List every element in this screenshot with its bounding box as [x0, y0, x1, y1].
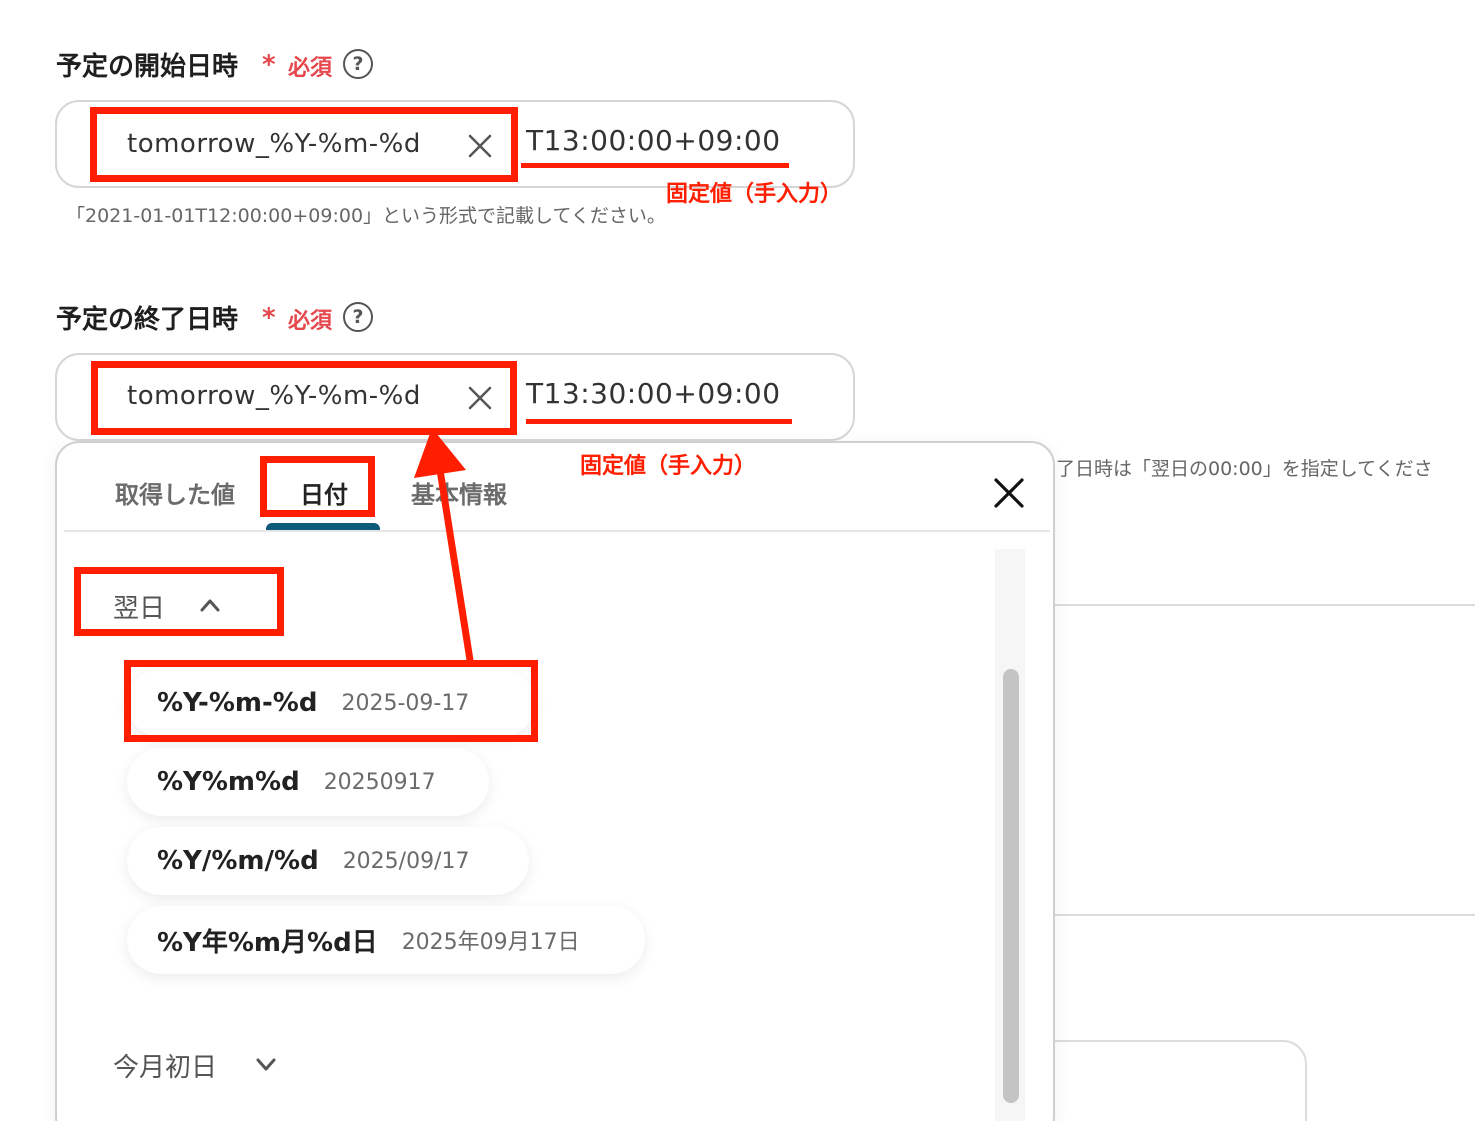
annotation-box — [260, 456, 375, 517]
value-picker-popup: 取得した値 日付 基本情報 翌日 %Y-%m-%d 2025-09-17 %Y%… — [55, 441, 1055, 1121]
annotation-note: 固定値（手入力） — [580, 454, 757, 479]
required-label: 必須 — [288, 56, 333, 81]
tab-basic-info[interactable]: 基本情報 — [411, 475, 507, 510]
end-field-label: 予定の終了日時 — [56, 305, 239, 335]
annotation-box — [124, 660, 538, 742]
divider — [1054, 604, 1475, 606]
group-label-first-day-of-month[interactable]: 今月初日 — [113, 1047, 217, 1084]
date-format-option[interactable]: %Y%m%d 20250917 — [127, 748, 489, 816]
end-fixed-value[interactable]: T13:30:00+09:00 — [526, 377, 781, 410]
start-field-label: 予定の開始日時 — [56, 52, 239, 82]
close-icon[interactable] — [993, 477, 1025, 509]
scrollbar-thumb[interactable] — [1003, 669, 1019, 1103]
required-star: * — [262, 303, 276, 333]
divider — [1054, 914, 1475, 916]
start-field-hint: 「2021-01-01T12:00:00+09:00」という形式で記載してくださ… — [66, 205, 666, 227]
annotation-box — [74, 567, 284, 636]
annotation-box — [91, 361, 517, 435]
date-format-option[interactable]: %Y年%m月%d日 2025年09月17日 — [127, 906, 645, 974]
background-card — [1020, 1040, 1307, 1121]
start-fixed-value[interactable]: T13:00:00+09:00 — [526, 124, 781, 157]
annotation-note: 固定値（手入力） — [666, 182, 843, 207]
help-icon[interactable]: ? — [343, 49, 373, 79]
end-field-hint: 了日時は「翌日の00:00」を指定してくださ — [1056, 458, 1433, 480]
required-star: * — [262, 50, 276, 80]
chevron-down-icon[interactable] — [255, 1056, 277, 1072]
help-icon[interactable]: ? — [343, 302, 373, 332]
annotation-underline — [526, 419, 792, 424]
annotation-box — [90, 107, 518, 182]
tab-acquired-values[interactable]: 取得した値 — [115, 475, 235, 510]
tab-divider — [64, 530, 1050, 532]
annotation-underline — [521, 163, 789, 168]
date-format-option[interactable]: %Y/%m/%d 2025/09/17 — [127, 827, 529, 895]
required-label: 必須 — [288, 309, 333, 334]
